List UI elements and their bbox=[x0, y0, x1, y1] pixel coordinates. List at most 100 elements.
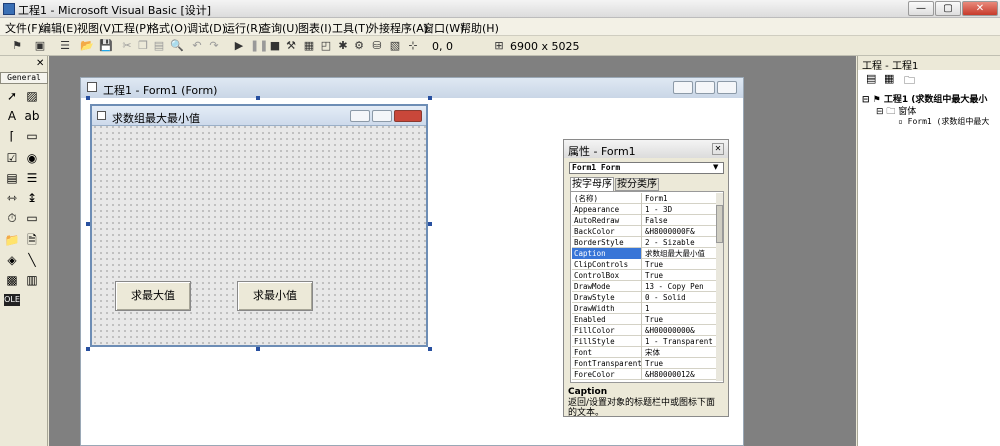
property-value[interactable]: True bbox=[643, 270, 716, 281]
open-icon[interactable]: 📂 bbox=[80, 39, 94, 53]
menu-editor-icon[interactable]: ☰ bbox=[58, 39, 72, 53]
resize-handle[interactable] bbox=[428, 347, 432, 351]
view-code-icon[interactable]: ▤ bbox=[866, 72, 876, 85]
property-value[interactable]: True bbox=[643, 314, 716, 325]
save-icon[interactable]: 💾 bbox=[99, 39, 113, 53]
menu-view[interactable]: 视图(V) bbox=[77, 20, 115, 36]
line-icon[interactable]: ╲ bbox=[24, 252, 40, 268]
property-value[interactable]: True bbox=[643, 259, 716, 270]
property-value[interactable]: 2 - Sizable bbox=[643, 237, 716, 248]
resize-handle[interactable] bbox=[86, 347, 90, 351]
property-value[interactable]: 1 bbox=[643, 303, 716, 314]
break-icon[interactable]: ❚❚ bbox=[250, 39, 268, 53]
property-row[interactable]: FontTransparent True bbox=[572, 358, 716, 369]
property-row[interactable]: Enabled True bbox=[572, 314, 716, 325]
property-value[interactable]: 求数组最大最小值 bbox=[643, 248, 716, 259]
optionbutton-icon[interactable]: ◉ bbox=[24, 150, 40, 166]
picturebox-icon[interactable]: ▨ bbox=[24, 88, 40, 104]
property-value[interactable]: False bbox=[643, 215, 716, 226]
dirlistbox-icon[interactable]: 📁 bbox=[4, 232, 20, 248]
timer-icon[interactable]: ⏱ bbox=[4, 210, 20, 226]
find-icon[interactable]: 🔍 bbox=[170, 39, 184, 53]
resize-handle[interactable] bbox=[428, 222, 432, 226]
add-project-icon[interactable]: ⚑ bbox=[10, 39, 24, 53]
properties-close-icon[interactable]: ✕ bbox=[712, 143, 724, 155]
property-value[interactable]: &H8000000F& bbox=[643, 226, 716, 237]
form-window-close[interactable] bbox=[717, 81, 737, 94]
menu-tools[interactable]: 工具(T) bbox=[332, 20, 369, 36]
tab-alphabetic[interactable]: 按字母序 bbox=[570, 177, 614, 191]
menu-window[interactable]: 窗口(W) bbox=[423, 20, 464, 36]
data-icon[interactable]: ▥ bbox=[24, 272, 40, 288]
menu-edit[interactable]: 编辑(E) bbox=[40, 20, 78, 36]
menu-diagram[interactable]: 图表(I) bbox=[298, 20, 332, 36]
start-icon[interactable]: ▶ bbox=[232, 39, 246, 53]
shape-icon[interactable]: ◈ bbox=[4, 252, 20, 268]
menu-run[interactable]: 运行(R) bbox=[224, 20, 262, 36]
redo-icon[interactable]: ↷ bbox=[207, 39, 221, 53]
property-row[interactable]: BackColor &H8000000F& bbox=[572, 226, 716, 237]
listbox-icon[interactable]: ☰ bbox=[24, 170, 40, 186]
property-row[interactable]: FillStyle 1 - Transparent bbox=[572, 336, 716, 347]
property-row[interactable]: Font 宋体 bbox=[572, 347, 716, 358]
toolbox-header[interactable]: General bbox=[0, 72, 48, 84]
property-row[interactable]: (名称) Form1 bbox=[572, 193, 716, 204]
toggle-folders-icon[interactable]: 🗀 bbox=[904, 72, 915, 91]
paste-icon[interactable]: ▤ bbox=[152, 39, 166, 53]
form-designer[interactable]: 求数组最大最小值 求最大值 求最小值 bbox=[90, 104, 428, 347]
form-window-minimize[interactable] bbox=[673, 81, 693, 94]
chevron-down-icon[interactable]: ▼ bbox=[713, 163, 718, 171]
ole-icon[interactable]: OLE bbox=[4, 294, 20, 306]
resize-handle[interactable] bbox=[428, 96, 432, 100]
property-row[interactable]: ForeColor &H80000012& bbox=[572, 369, 716, 380]
copy-icon[interactable]: ❐ bbox=[136, 39, 150, 53]
property-scrollbar[interactable] bbox=[716, 193, 723, 381]
property-value[interactable]: 13 - Copy Pen bbox=[643, 281, 716, 292]
resize-handle[interactable] bbox=[86, 96, 90, 100]
property-value[interactable]: 1 - Transparent bbox=[643, 336, 716, 347]
tree-form1-item[interactable]: ▫ Form1 (求数组中最大 bbox=[898, 116, 989, 127]
cut-icon[interactable]: ✂ bbox=[120, 39, 134, 53]
property-value[interactable]: Form1 bbox=[643, 193, 716, 204]
properties-window-icon[interactable]: ▦ bbox=[302, 39, 316, 53]
property-row[interactable]: Appearance 1 - 3D bbox=[572, 204, 716, 215]
property-row[interactable]: DrawMode 13 - Copy Pen bbox=[572, 281, 716, 292]
property-row[interactable]: BorderStyle 2 - Sizable bbox=[572, 237, 716, 248]
drivelistbox-icon[interactable]: ▭ bbox=[24, 210, 40, 226]
view-object-icon[interactable]: ▦ bbox=[884, 72, 894, 85]
property-row[interactable]: DrawStyle 0 - Solid bbox=[572, 292, 716, 303]
close-button[interactable]: ✕ bbox=[962, 1, 998, 16]
data-view-icon[interactable]: ⛁ bbox=[370, 39, 384, 53]
toolbox-icon[interactable]: ⚙ bbox=[352, 39, 366, 53]
property-value[interactable]: 宋体 bbox=[643, 347, 716, 358]
label-icon[interactable]: A bbox=[4, 108, 20, 124]
vscrollbar-icon[interactable]: ↨ bbox=[24, 190, 40, 206]
menu-project[interactable]: 工程(P) bbox=[113, 20, 150, 36]
pointer-icon[interactable]: ➚ bbox=[4, 88, 20, 104]
button-find-min[interactable]: 求最小值 bbox=[237, 281, 313, 311]
property-row[interactable]: DrawWidth 1 bbox=[572, 303, 716, 314]
property-row[interactable]: Caption 求数组最大最小值 bbox=[572, 248, 716, 259]
property-value[interactable]: 1 - 3D bbox=[643, 204, 716, 215]
hscrollbar-icon[interactable]: ⇿ bbox=[4, 190, 20, 206]
maximize-button[interactable]: ▢ bbox=[935, 1, 961, 16]
toolbox-close-icon[interactable]: ✕ bbox=[36, 58, 44, 69]
menu-help[interactable]: 帮助(H) bbox=[460, 20, 499, 36]
resize-handle[interactable] bbox=[256, 96, 260, 100]
menu-addins[interactable]: 外接程序(A) bbox=[368, 20, 428, 36]
combobox-icon[interactable]: ▤ bbox=[4, 170, 20, 186]
form-layout-icon[interactable]: ◰ bbox=[319, 39, 333, 53]
property-value[interactable]: &H00000000& bbox=[643, 325, 716, 336]
minimize-button[interactable]: — bbox=[908, 1, 934, 16]
resize-handle[interactable] bbox=[256, 347, 260, 351]
undo-icon[interactable]: ↶ bbox=[190, 39, 204, 53]
property-row[interactable]: FillColor &H00000000& bbox=[572, 325, 716, 336]
object-browser-icon[interactable]: ✱ bbox=[336, 39, 350, 53]
menu-query[interactable]: 查询(U) bbox=[260, 20, 299, 36]
menu-debug[interactable]: 调试(D) bbox=[187, 20, 226, 36]
frame-icon[interactable]: ⌈ bbox=[4, 128, 20, 144]
checkbox-icon[interactable]: ☑ bbox=[4, 150, 20, 166]
menu-format[interactable]: 格式(O) bbox=[148, 20, 187, 36]
property-row[interactable]: ClipControls True bbox=[572, 259, 716, 270]
add-form-icon[interactable]: ▣ bbox=[33, 39, 47, 53]
